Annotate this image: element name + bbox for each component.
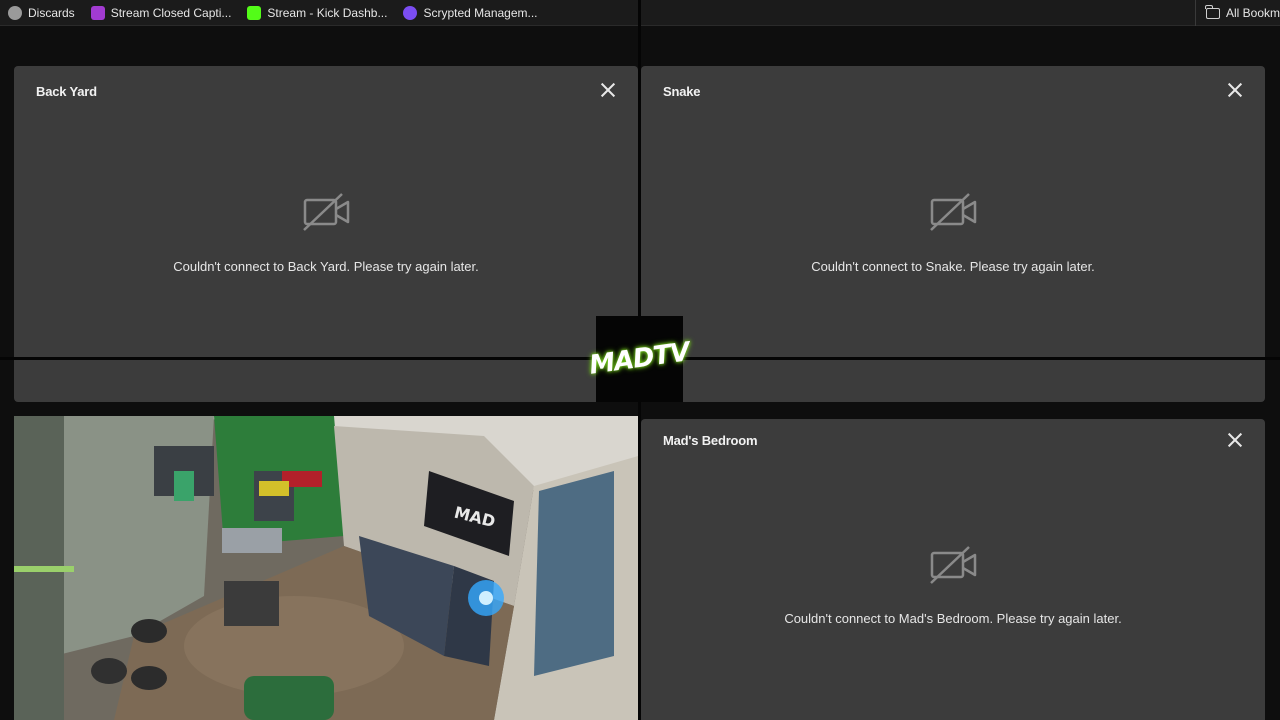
bookmark-label: Stream Closed Capti...	[110, 5, 232, 20]
logo-text: MADTV	[587, 337, 692, 381]
bookmark-kick-dashboard[interactable]: Stream - Kick Dashb...	[239, 0, 395, 26]
error-message: Couldn't connect to Back Yard. Please tr…	[173, 259, 479, 274]
camera-feed-live[interactable]: MAD	[14, 416, 638, 720]
camera-off-icon	[930, 546, 977, 584]
folder-icon	[1205, 4, 1220, 19]
close-icon[interactable]	[1225, 430, 1245, 450]
kick-icon	[247, 5, 262, 20]
panel-title: Mad's Bedroom	[663, 433, 758, 448]
madtv-logo: MADTV	[588, 316, 691, 402]
all-bookmarks-button[interactable]: All Bookm	[1194, 0, 1280, 26]
bookmark-scrypted[interactable]: Scrypted Managem...	[395, 0, 545, 26]
bookmark-label: Discards	[28, 5, 75, 20]
camera-feed-image: MAD	[14, 416, 638, 720]
all-bookmarks-label: All Bookm	[1225, 6, 1280, 20]
close-icon[interactable]	[598, 80, 618, 100]
close-icon[interactable]	[1225, 80, 1245, 100]
camera-off-icon	[303, 193, 350, 231]
captions-icon	[90, 5, 105, 20]
bookmark-label: Scrypted Managem...	[423, 5, 538, 20]
bookmark-stream-closed-captions[interactable]: Stream Closed Capti...	[83, 0, 240, 26]
error-message: Couldn't connect to Mad's Bedroom. Pleas…	[784, 611, 1122, 626]
panel-title: Snake	[663, 84, 701, 99]
camera-panel-back-yard: Back Yard Couldn't connect to Back Yard.…	[14, 66, 638, 402]
panel-title: Back Yard	[36, 84, 97, 99]
scrypted-icon	[403, 5, 418, 20]
camera-panel-mads-bedroom: Mad's Bedroom Couldn't connect to Mad's …	[641, 419, 1265, 720]
globe-icon	[8, 5, 22, 20]
camera-panel-snake: Snake Couldn't connect to Snake. Please …	[641, 66, 1265, 402]
camera-off-icon	[930, 193, 977, 231]
bookmark-label: Stream - Kick Dashb...	[267, 5, 388, 20]
bookmark-discards[interactable]: Discards	[0, 0, 83, 26]
error-message: Couldn't connect to Snake. Please try ag…	[811, 259, 1095, 274]
